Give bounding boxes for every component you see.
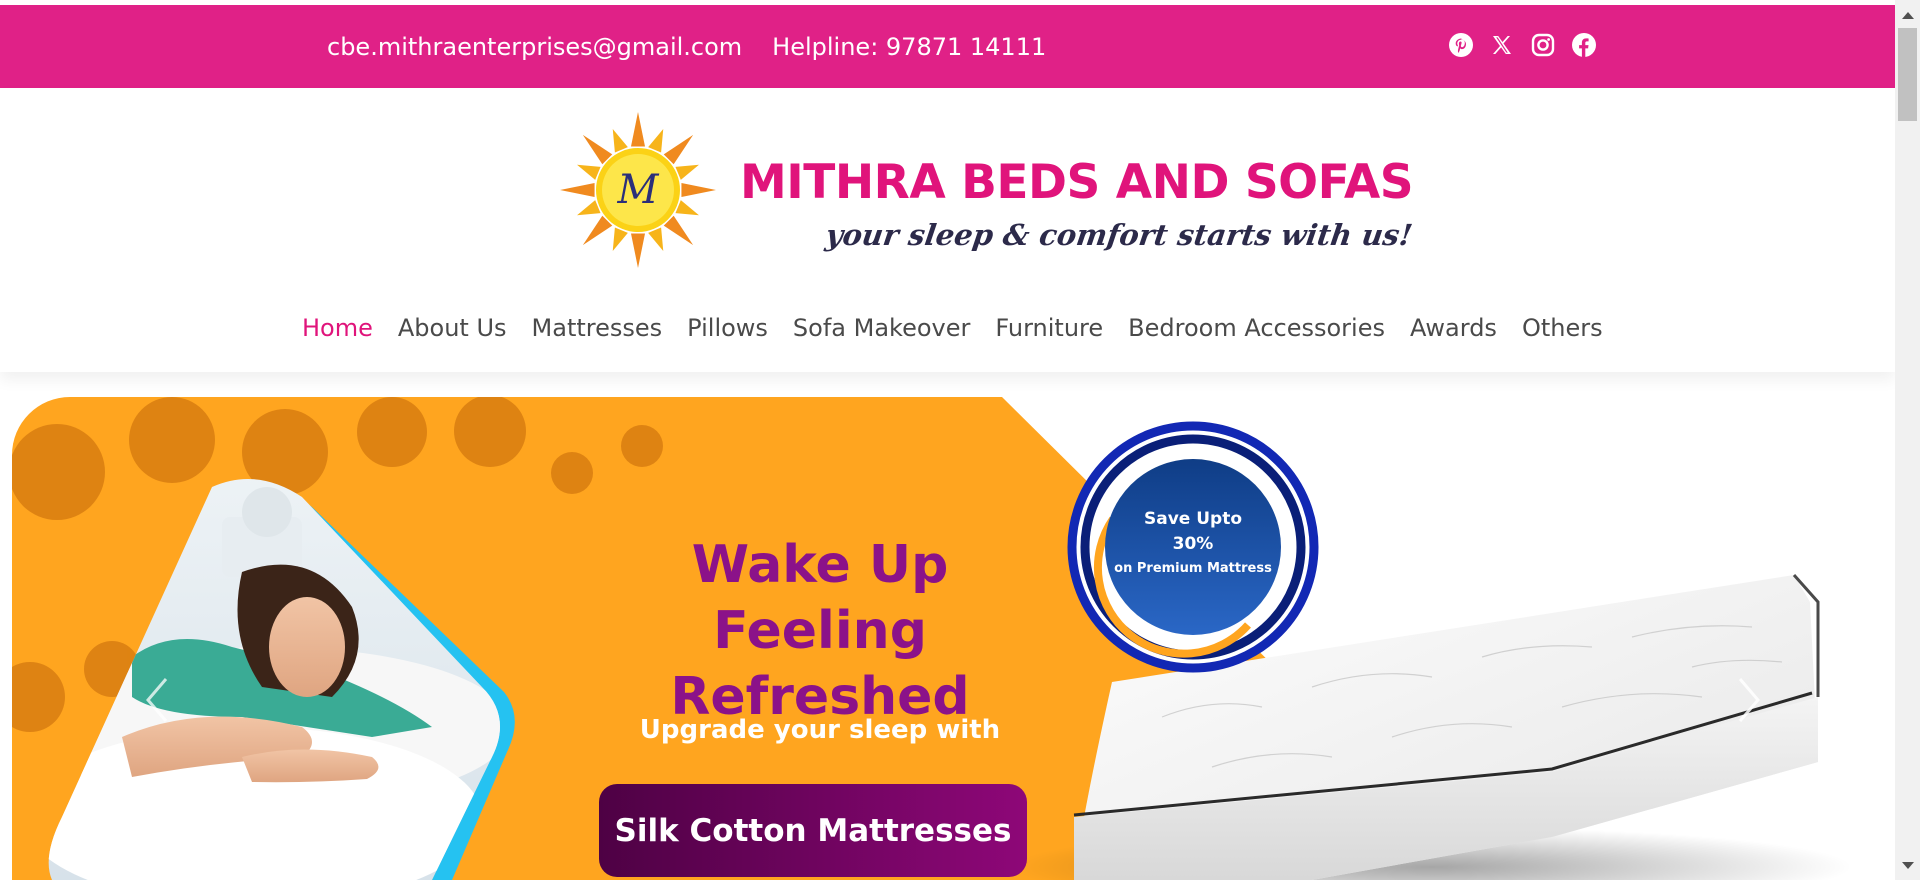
nav-item-others[interactable]: Others <box>1522 314 1603 342</box>
brand-name: MITHRA BEDS AND SOFAS <box>740 155 1414 210</box>
x-icon[interactable] <box>1489 32 1515 58</box>
helpline-text[interactable]: Helpline: 97871 14111 <box>772 33 1046 61</box>
nav-item-about-us[interactable]: About Us <box>398 314 507 342</box>
nav-item-furniture[interactable]: Furniture <box>995 314 1103 342</box>
hero-headline-line2: Feeling Refreshed <box>670 601 970 727</box>
top-contact-bar: cbe.mithraenterprises@gmail.com Helpline… <box>0 5 1895 88</box>
page-scrollbar[interactable] <box>1895 0 1920 880</box>
brand-tagline: your sleep & comfort starts with us! <box>823 218 1415 252</box>
nav-item-bedroom-accessories[interactable]: Bedroom Accessories <box>1128 314 1385 342</box>
hero-banner[interactable]: Wake Up Feeling Refreshed Upgrade your s… <box>12 397 1884 880</box>
badge-line3: on Premium Mattress <box>1114 561 1272 576</box>
nav-item-awards[interactable]: Awards <box>1410 314 1497 342</box>
email-link[interactable]: cbe.mithraenterprises@gmail.com <box>327 33 742 61</box>
facebook-icon[interactable] <box>1571 32 1597 58</box>
hero-headline: Wake Up Feeling Refreshed <box>560 532 1080 730</box>
scroll-up-icon[interactable] <box>1902 12 1914 19</box>
social-links <box>1448 32 1597 58</box>
scrollbar-thumb[interactable] <box>1898 28 1917 121</box>
nav-item-mattresses[interactable]: Mattresses <box>532 314 663 342</box>
contact-info: cbe.mithraenterprises@gmail.com Helpline… <box>327 5 1046 88</box>
hero-subline: Upgrade your sleep with <box>639 715 1001 745</box>
instagram-icon[interactable] <box>1530 32 1556 58</box>
nav-item-home[interactable]: Home <box>302 314 373 342</box>
nav-item-pillows[interactable]: Pillows <box>687 314 768 342</box>
badge-line2: 30% <box>1172 534 1214 554</box>
scroll-down-icon[interactable] <box>1902 862 1914 869</box>
silk-cotton-mattresses-button[interactable]: Silk Cotton Mattresses <box>599 784 1027 877</box>
hero-headline-line1: Wake Up <box>691 535 949 595</box>
discount-badge-text: Save Upto 30% on Premium Mattress <box>1065 507 1321 582</box>
logo-monogram: M <box>617 167 660 213</box>
site-logo[interactable]: M MITHRA BEDS AND SOFAS your sleep & com… <box>558 110 1415 270</box>
slider-prev-arrow-icon[interactable] <box>142 675 172 725</box>
pinterest-icon[interactable] <box>1448 32 1474 58</box>
discount-badge: Save Upto 30% on Premium Mattress <box>1065 419 1321 675</box>
nav-item-sofa-makeover[interactable]: Sofa Makeover <box>793 314 970 342</box>
slider-next-arrow-icon[interactable] <box>1734 675 1764 725</box>
site-header: M MITHRA BEDS AND SOFAS your sleep & com… <box>0 88 1895 372</box>
badge-line1: Save Upto <box>1143 509 1243 529</box>
sun-logo-icon: M <box>560 112 716 268</box>
